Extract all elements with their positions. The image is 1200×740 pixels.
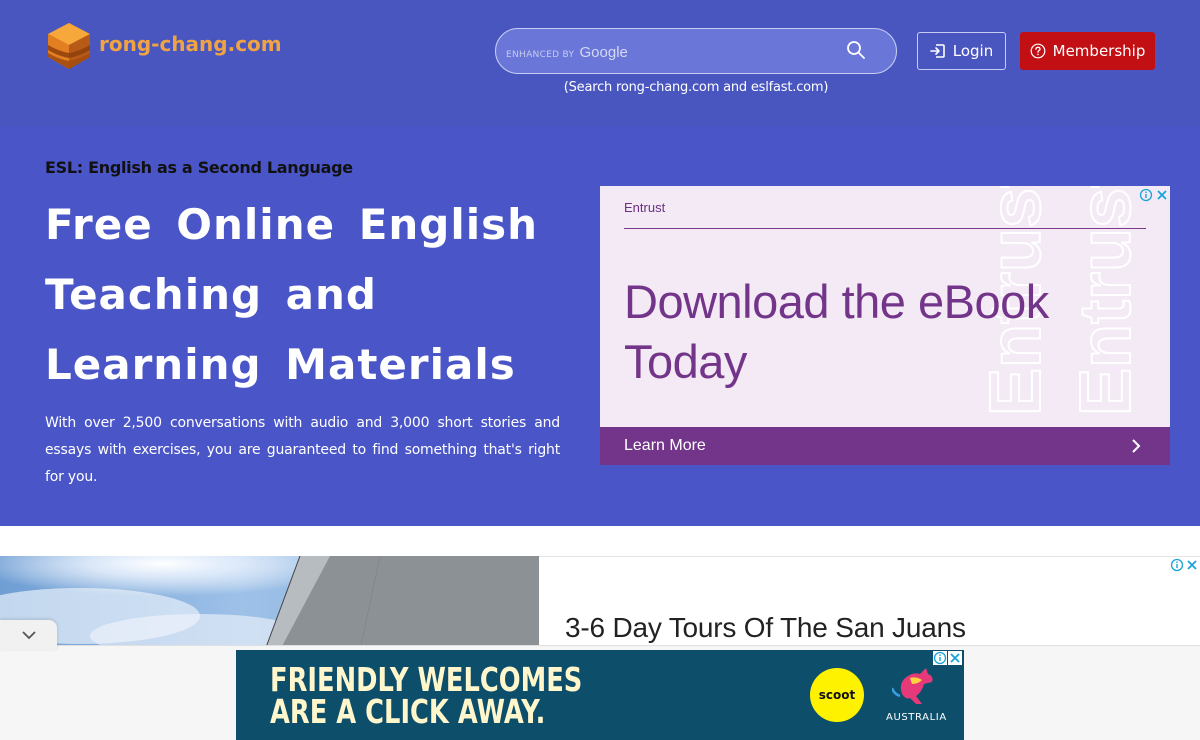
ad-close-icon[interactable] — [1155, 188, 1169, 202]
ad-info-icon-2[interactable] — [1170, 558, 1184, 572]
search-branding: ENHANCED BY Google — [506, 44, 628, 61]
scoot-logo: scoot — [810, 668, 864, 722]
ad-scoot-country: AUSTRALIA — [886, 712, 947, 723]
ad-close-icon-2[interactable] — [1185, 558, 1199, 572]
ad-headline-line1: Download the eBook — [624, 275, 1049, 328]
chevron-right-icon — [1132, 439, 1141, 453]
ad-sailboat-image[interactable] — [0, 556, 539, 650]
ad-cta-label: Learn More — [624, 437, 706, 454]
sailboat-photo — [0, 556, 539, 650]
chevron-down-icon — [21, 631, 36, 640]
membership-button[interactable]: Membership — [1020, 32, 1155, 70]
ad-scoot-line2: ARE A CLICK AWAY. — [270, 692, 546, 731]
search-caption: (Search rong-chang.com and eslfast.com) — [563, 80, 829, 95]
ad-tours-headline[interactable]: 3-6 Day Tours Of The San Juans — [565, 612, 966, 644]
membership-label: Membership — [1052, 42, 1146, 60]
login-label: Login — [952, 42, 994, 60]
ad-entrust[interactable]: Entrust Entrust Entrust Download the eBo… — [600, 186, 1170, 465]
site-logo-text[interactable]: rong-chang.com — [99, 32, 282, 56]
login-button[interactable]: Login — [917, 32, 1006, 70]
collapse-ad-button[interactable] — [0, 620, 57, 650]
search-box[interactable]: ENHANCED BY Google — [495, 28, 897, 74]
ad-brand: Entrust — [624, 200, 666, 215]
ad-scoot-banner[interactable]: FRIENDLY WELCOMES ARE A CLICK AWAY. scoo… — [236, 650, 964, 740]
hero-kicker: ESL: English as a Second Language — [45, 158, 353, 177]
ad-info-icon[interactable] — [1139, 188, 1153, 202]
ad-headline: Download the eBook Today — [624, 272, 1124, 392]
ad-divider — [624, 228, 1146, 229]
hero-description: With over 2,500 conversations with audio… — [45, 415, 560, 485]
search-icon[interactable] — [846, 40, 866, 60]
sign-in-icon — [929, 44, 945, 58]
hero-title: Free Online English Teaching and Learnin… — [45, 200, 539, 389]
ad-learn-more-button[interactable]: Learn More — [600, 427, 1170, 465]
question-circle-icon — [1030, 43, 1046, 59]
ad-scoot-headline: FRIENDLY WELCOMES ARE A CLICK AWAY. — [270, 663, 582, 731]
ad-info-icon-3[interactable] — [933, 651, 947, 665]
kangaroo-icon — [892, 668, 933, 704]
logo-icon[interactable] — [48, 23, 90, 69]
ad-headline-line2: Today — [624, 335, 747, 388]
ad-close-icon-3[interactable] — [948, 651, 962, 665]
